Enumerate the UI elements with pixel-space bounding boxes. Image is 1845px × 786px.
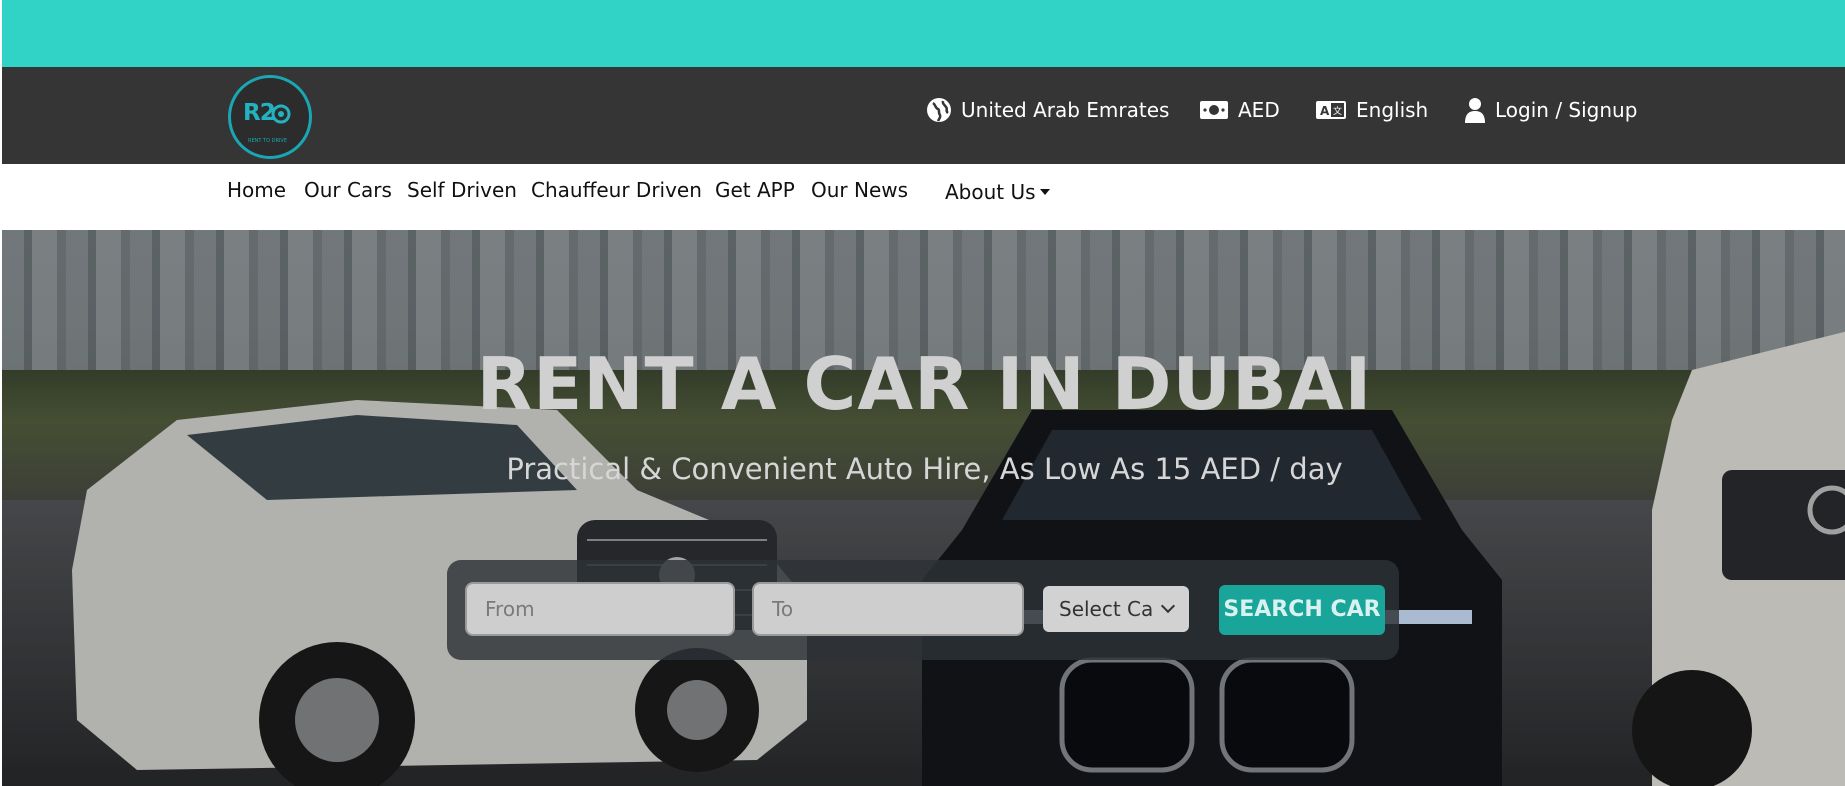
logo-wheel-icon bbox=[271, 104, 291, 124]
language-label: English bbox=[1356, 98, 1429, 122]
search-car-button[interactable]: SEARCH CAR bbox=[1219, 585, 1385, 635]
login-signup-link[interactable]: Login / Signup bbox=[1464, 95, 1637, 125]
car-category-value: Select Ca bbox=[1059, 597, 1154, 621]
nav-chauffeur-driven[interactable]: Chauffeur Driven bbox=[531, 178, 702, 208]
nav-home[interactable]: Home bbox=[227, 178, 286, 208]
logo-tagline: RENT TO DRIVE bbox=[248, 138, 287, 144]
language-selector[interactable]: A 文 English bbox=[1315, 95, 1428, 125]
login-signup-label: Login / Signup bbox=[1495, 98, 1638, 122]
from-input[interactable] bbox=[465, 582, 735, 636]
nav-about-us-label: About Us bbox=[945, 180, 1036, 204]
caret-down-icon bbox=[1039, 188, 1050, 195]
hero-dim-overlay bbox=[2, 230, 1845, 786]
nav-self-driven[interactable]: Self Driven bbox=[407, 178, 517, 208]
nav-our-news[interactable]: Our News bbox=[811, 178, 908, 208]
globe-icon bbox=[927, 98, 951, 122]
to-input[interactable] bbox=[752, 582, 1024, 636]
nav-our-cars[interactable]: Our Cars bbox=[304, 178, 392, 208]
svg-text:文: 文 bbox=[1333, 105, 1342, 117]
car-category-select[interactable]: Select Ca bbox=[1043, 586, 1189, 632]
hero-subtitle: Practical & Convenient Auto Hire, As Low… bbox=[506, 452, 1343, 486]
country-label: United Arab Emrates bbox=[961, 98, 1170, 122]
site-header: R2 RENT TO DRIVE United Arab Emrates AED… bbox=[2, 67, 1845, 164]
chevron-down-icon bbox=[1160, 598, 1176, 614]
site-logo[interactable]: R2 RENT TO DRIVE bbox=[226, 73, 316, 159]
nav-about-us-dropdown[interactable]: About Us bbox=[945, 180, 1050, 210]
main-nav: Home Our Cars Self Driven Chauffeur Driv… bbox=[2, 164, 1845, 230]
user-icon bbox=[1465, 98, 1485, 123]
hero-banner: RENT A CAR IN DUBAI Practical & Convenie… bbox=[2, 230, 1845, 786]
nav-get-app[interactable]: Get APP bbox=[715, 178, 795, 208]
currency-selector[interactable]: AED bbox=[1199, 95, 1280, 125]
top-accent-bar bbox=[2, 0, 1845, 67]
currency-label: AED bbox=[1238, 98, 1280, 122]
hero-title: RENT A CAR IN DUBAI bbox=[476, 342, 1373, 426]
svg-text:A: A bbox=[1320, 104, 1330, 118]
money-icon bbox=[1200, 101, 1228, 119]
country-selector[interactable]: United Arab Emrates bbox=[926, 95, 1169, 125]
translate-icon: A 文 bbox=[1316, 101, 1346, 119]
